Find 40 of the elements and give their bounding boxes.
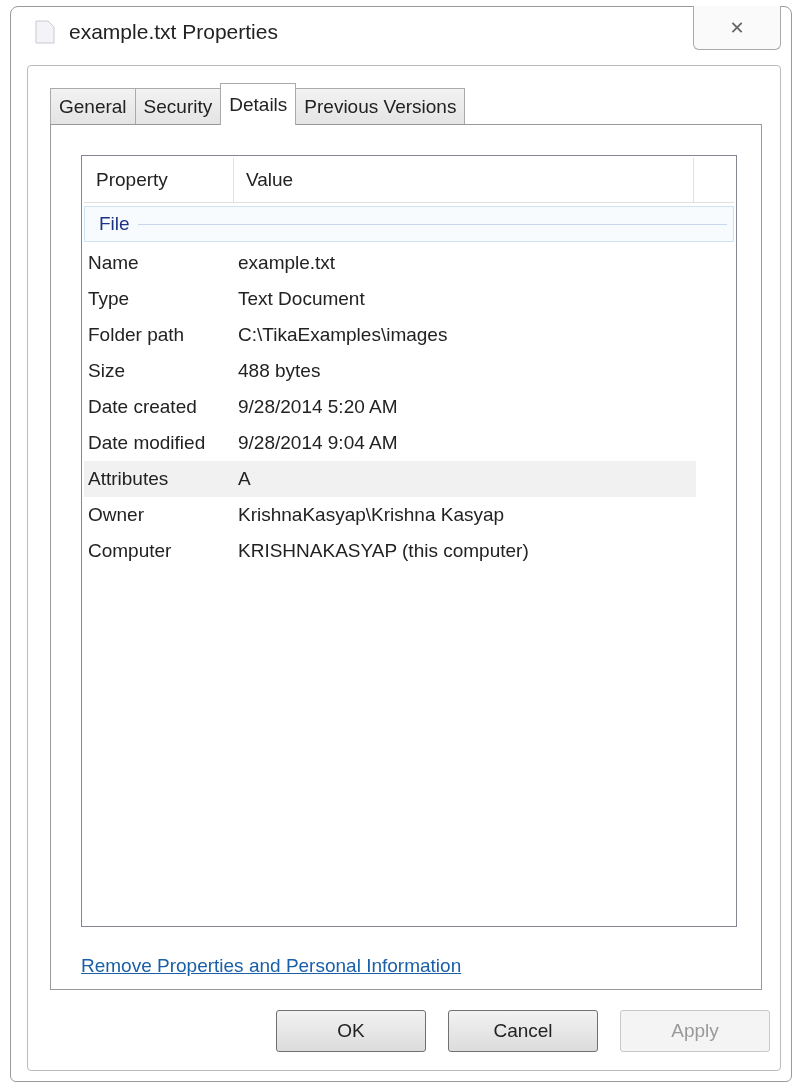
tab[interactable]: Details [220,83,297,125]
property-name: Type [87,288,131,310]
remove-properties-link[interactable]: Remove Properties and Personal Information [81,955,462,977]
close-button[interactable]: ✕ [693,6,781,50]
dialog-button[interactable]: OK [276,1010,426,1052]
property-name: Owner [87,504,145,526]
property-row[interactable]: Folder path C:\TikaExamples\images [84,317,696,353]
property-name: Folder path [87,324,186,346]
property-name: Name [87,252,140,274]
property-value: KrishnaKasyap\Krishna Kasyap [238,504,505,526]
property-value: example.txt [238,252,336,274]
property-row[interactable]: Owner KrishnaKasyap\Krishna Kasyap [84,497,696,533]
property-name: Date modified [87,432,207,454]
dialog-button[interactable]: Cancel [448,1010,598,1052]
tab[interactable]: General [50,88,136,124]
document-icon [35,20,55,44]
property-value: C:\TikaExamples\images [238,324,448,346]
property-value: 9/28/2014 5:20 AM [238,396,398,418]
property-name: Attributes [87,468,170,490]
property-value: KRISHNAKASYAP (this computer) [238,540,529,562]
property-value: Text Document [238,288,365,310]
window-title: example.txt Properties [69,20,278,44]
property-row[interactable]: Type Text Document [84,281,696,317]
property-value: 488 bytes [238,360,321,382]
property-value: 9/28/2014 9:04 AM [238,432,398,454]
column-header[interactable]: Property [84,158,234,202]
tab[interactable]: Security [134,88,222,124]
property-name: Computer [87,540,173,562]
property-name: Date created [87,396,198,418]
column-header[interactable]: Value [234,158,694,202]
tab[interactable]: Previous Versions [295,88,466,124]
property-row[interactable]: Size 488 bytes [84,353,696,389]
property-row[interactable]: Name example.txt [84,245,696,281]
property-row[interactable]: Attributes A [84,461,696,497]
property-row[interactable]: Computer KRISHNAKASYAP (this computer) [84,533,696,569]
property-value: A [238,468,251,490]
property-name: Size [87,360,126,382]
property-row[interactable]: Date created 9/28/2014 5:20 AM [84,389,696,425]
group-label: File [99,213,130,235]
property-row[interactable]: Date modified 9/28/2014 9:04 AM [84,425,696,461]
